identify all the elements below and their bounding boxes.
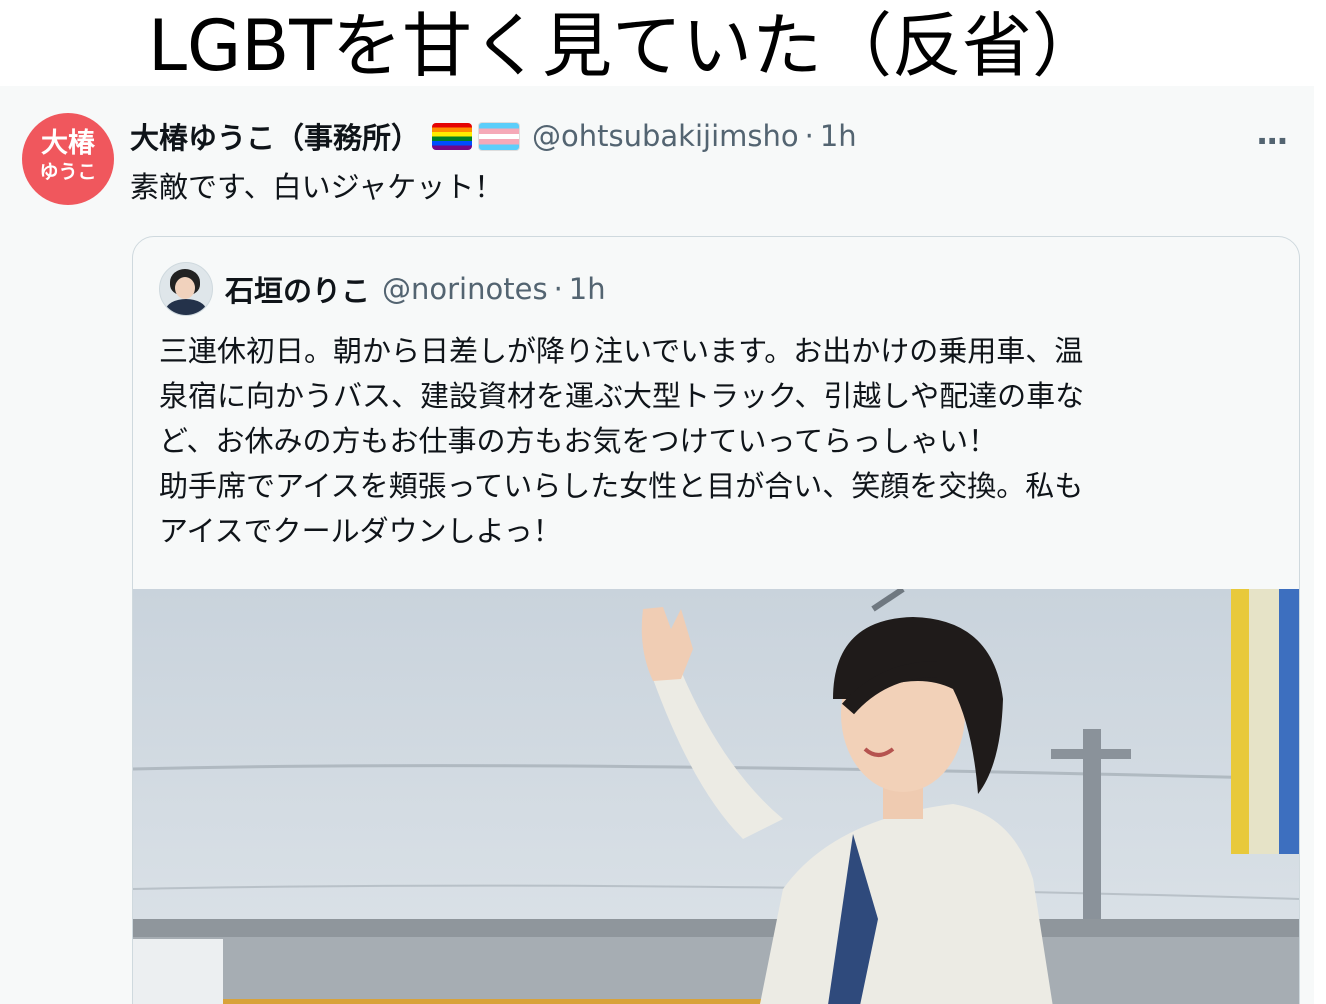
quoted-tweet-photo[interactable]: [133, 589, 1299, 1004]
tweet-timestamp[interactable]: 1h: [820, 119, 857, 153]
quoted-text-line: ど、お休みの方もお仕事の方もお気をつけていってらっしゃい！: [159, 424, 998, 458]
quoted-text-line: アイスでクールダウンしよっ！: [159, 514, 562, 548]
tweet-screen: 大椿 ゆうこ 大椿ゆうこ（事務所） @ohtsubakijimsho · 1h …: [0, 86, 1314, 1004]
quoted-timestamp[interactable]: 1h: [569, 272, 606, 306]
quoted-tweet[interactable]: 石垣のりこ @norinotes · 1h 三連休初日。朝から日差しが降り注いで…: [132, 236, 1300, 1004]
quoted-tweet-header: 石垣のりこ @norinotes · 1h: [159, 262, 606, 316]
author-handle[interactable]: @ohtsubakijimsho: [532, 119, 799, 153]
quoted-separator-dot: ·: [553, 272, 563, 306]
rainbow-flag-icon: [432, 122, 473, 150]
quoted-text-line: 助手席でアイスを頬張っていらした女性と目が合い、笑顔を交換。私も: [159, 469, 1084, 503]
quoted-tweet-text: 三連休初日。朝から日差しが降り注いでいます。お出かけの乗用車、温 泉宿に向かうバ…: [159, 329, 1259, 554]
separator-dot: ·: [804, 119, 814, 153]
tweet-header: 大椿ゆうこ（事務所） @ohtsubakijimsho · 1h: [130, 116, 857, 156]
photo-woman-waving: [133, 589, 1299, 1004]
quoted-text-line: 三連休初日。朝から日差しが降り注いでいます。お出かけの乗用車、温: [159, 334, 1084, 368]
quoted-author-handle[interactable]: @norinotes: [382, 272, 548, 306]
author-avatar[interactable]: 大椿 ゆうこ: [22, 113, 114, 205]
author-name[interactable]: 大椿ゆうこ（事務所）: [130, 115, 420, 157]
quoted-author-name[interactable]: 石垣のりこ: [225, 268, 370, 310]
transgender-flag-icon: [478, 121, 521, 151]
avatar-text-bottom: ゆうこ: [39, 161, 97, 183]
headline-caption: LGBTを甘く見ていた（反省）: [148, 5, 1103, 87]
avatar-text-top: 大椿: [41, 128, 95, 159]
tweet-text: 素敵です、白いジャケット！: [130, 170, 504, 204]
quoted-author-avatar[interactable]: [159, 262, 213, 316]
quoted-text-line: 泉宿に向かうバス、建設資材を運ぶ大型トラック、引越しや配達の車な: [159, 379, 1085, 413]
more-options-icon[interactable]: ···: [1256, 122, 1289, 160]
